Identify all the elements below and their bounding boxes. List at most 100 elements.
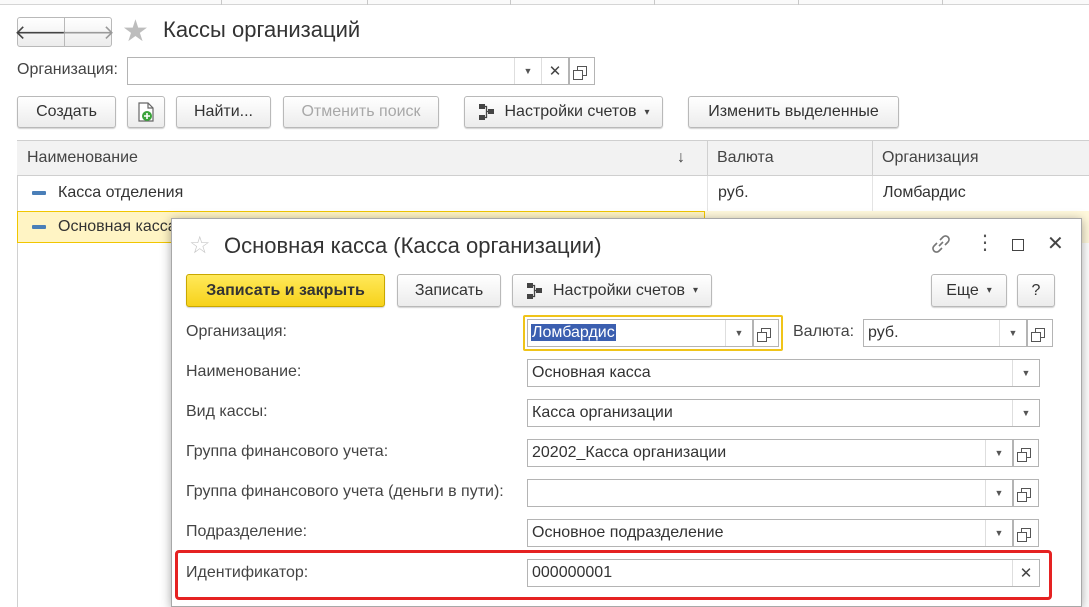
find-button[interactable]: Найти... bbox=[176, 96, 271, 128]
account-settings-button[interactable]: Настройки счетов ▾ bbox=[464, 96, 663, 128]
name-input-value: Основная касса bbox=[532, 364, 651, 381]
dropdown-button[interactable]: ▼ bbox=[985, 520, 1012, 546]
currency-open-button[interactable] bbox=[1027, 319, 1053, 347]
tab-divider bbox=[221, 0, 222, 5]
division-label: Подразделение: bbox=[186, 523, 308, 540]
dialog-account-settings-button[interactable]: Настройки счетов ▾ bbox=[512, 274, 712, 307]
tab-divider bbox=[942, 0, 943, 5]
division-value: Основное подразделение bbox=[532, 524, 724, 541]
chevron-down-icon: ▼ bbox=[1021, 408, 1031, 418]
item-marker-icon bbox=[32, 191, 46, 195]
sort-desc-icon[interactable]: ↓ bbox=[677, 149, 685, 167]
table-row[interactable]: Касса отделения руб. Ломбардис bbox=[18, 177, 1089, 210]
dialog-account-settings-label: Настройки счетов bbox=[553, 281, 685, 299]
dropdown-caret-icon: ▾ bbox=[644, 106, 650, 118]
maximize-icon[interactable] bbox=[1012, 239, 1024, 251]
copy-doc-icon bbox=[138, 102, 154, 122]
chevron-down-icon: ▼ bbox=[994, 448, 1004, 458]
dropdown-button[interactable]: ▼ bbox=[1012, 360, 1039, 386]
dropdown-button[interactable]: ▼ bbox=[1012, 400, 1039, 426]
tab-divider bbox=[510, 0, 511, 5]
open-icon bbox=[1017, 528, 1031, 542]
back-button[interactable]: 🡐 bbox=[14, 17, 68, 47]
currency-input[interactable]: руб. ▼ bbox=[863, 319, 1027, 347]
arrow-right-icon: 🡒 bbox=[61, 21, 115, 44]
change-selected-button[interactable]: Изменить выделенные bbox=[688, 96, 899, 128]
org-filter-open-button[interactable] bbox=[569, 57, 595, 85]
favorite-star-icon[interactable]: ★ bbox=[122, 14, 149, 49]
dropdown-button[interactable]: ▼ bbox=[514, 58, 541, 84]
division-input[interactable]: Основное подразделение ▼ bbox=[527, 519, 1013, 547]
more-vertical-icon[interactable]: ⋮ bbox=[975, 230, 995, 255]
chevron-down-icon: ▼ bbox=[734, 328, 744, 338]
close-icon[interactable]: ✕ bbox=[1047, 231, 1064, 256]
arrow-left-icon: 🡐 bbox=[14, 21, 68, 44]
clear-button[interactable]: ✕ bbox=[1012, 560, 1039, 586]
cash-type-select[interactable]: Касса организации ▼ bbox=[527, 399, 1040, 427]
org-input-value: Ломбардис bbox=[531, 324, 616, 341]
column-header-currency-label: Валюта bbox=[717, 149, 774, 166]
favorite-star-outline-icon[interactable]: ☆ bbox=[189, 231, 211, 260]
division-open-button[interactable] bbox=[1013, 519, 1039, 547]
open-icon bbox=[1017, 448, 1031, 462]
more-button[interactable]: Еще ▾ bbox=[931, 274, 1007, 307]
dropdown-button[interactable]: ▼ bbox=[725, 320, 752, 346]
save-button[interactable]: Записать bbox=[397, 274, 501, 307]
org-label: Организация: bbox=[186, 323, 287, 340]
fin-group-transit-input[interactable]: ▼ bbox=[527, 479, 1013, 507]
copy-button[interactable] bbox=[127, 96, 165, 128]
dropdown-button[interactable]: ▼ bbox=[985, 440, 1012, 466]
fin-group-transit-open-button[interactable] bbox=[1013, 479, 1039, 507]
create-button[interactable]: Создать bbox=[17, 96, 116, 128]
nav-buttons: 🡐 🡒 bbox=[14, 17, 115, 47]
open-icon bbox=[1017, 488, 1031, 502]
org-filter-input[interactable]: ▼ ✕ bbox=[127, 57, 569, 85]
cancel-search-button[interactable]: Отменить поиск bbox=[283, 96, 439, 128]
row-name: Основная касса bbox=[58, 218, 177, 235]
account-settings-label: Настройки счетов bbox=[504, 103, 637, 120]
help-button[interactable]: ? bbox=[1017, 274, 1055, 307]
close-icon: ✕ bbox=[1019, 565, 1033, 582]
org-open-button[interactable] bbox=[753, 319, 779, 347]
dropdown-button[interactable]: ▼ bbox=[985, 480, 1012, 506]
identifier-input[interactable]: 000000001 ✕ bbox=[527, 559, 1040, 587]
currency-input-value: руб. bbox=[868, 324, 899, 341]
chevron-down-icon: ▼ bbox=[1008, 328, 1018, 338]
currency-label: Валюта: bbox=[793, 323, 855, 340]
org-filter-label: Организация: bbox=[17, 61, 118, 78]
column-header-currency[interactable]: Валюта bbox=[707, 141, 872, 175]
name-label: Наименование: bbox=[186, 363, 302, 380]
more-button-label: Еще bbox=[946, 281, 979, 299]
name-input[interactable]: Основная касса ▼ bbox=[527, 359, 1040, 387]
column-header-name-label: Наименование bbox=[27, 149, 138, 166]
link-icon[interactable] bbox=[930, 233, 952, 260]
hierarchy-icon bbox=[527, 282, 542, 299]
fin-group-label: Группа финансового учета: bbox=[186, 443, 389, 460]
tab-divider bbox=[654, 0, 655, 5]
dropdown-caret-icon: ▾ bbox=[692, 285, 698, 296]
fin-group-open-button[interactable] bbox=[1013, 439, 1039, 467]
forward-button[interactable]: 🡒 bbox=[61, 17, 115, 47]
chevron-down-icon: ▼ bbox=[523, 66, 533, 76]
org-input-value-wrap: Ломбардис bbox=[528, 324, 725, 342]
identifier-label: Идентификатор: bbox=[186, 564, 309, 581]
row-org: Ломбардис bbox=[883, 184, 966, 201]
tab-divider bbox=[798, 0, 799, 5]
fin-group-value: 20202_Касса организации bbox=[532, 444, 727, 461]
save-close-button[interactable]: Записать и закрыть bbox=[186, 274, 385, 307]
clear-button[interactable]: ✕ bbox=[541, 58, 568, 84]
row-currency: руб. bbox=[718, 184, 749, 201]
column-header-name[interactable]: Наименование bbox=[17, 141, 707, 175]
open-icon bbox=[1031, 328, 1045, 342]
table-header: Наименование ↓ Валюта Организация bbox=[17, 140, 1089, 177]
column-header-org[interactable]: Организация bbox=[872, 141, 1089, 175]
fin-group-input[interactable]: 20202_Касса организации ▼ bbox=[527, 439, 1013, 467]
fin-group-transit-label: Группа финансового учета (деньги в пути)… bbox=[186, 483, 504, 500]
page-title: Кассы организаций bbox=[163, 17, 361, 42]
chevron-down-icon: ▼ bbox=[1021, 368, 1031, 378]
org-input[interactable]: Ломбардис ▼ bbox=[527, 319, 753, 347]
column-header-org-label: Организация bbox=[882, 149, 979, 166]
open-icon bbox=[573, 66, 587, 80]
dropdown-button[interactable]: ▼ bbox=[999, 320, 1026, 346]
item-marker-icon bbox=[32, 225, 46, 229]
